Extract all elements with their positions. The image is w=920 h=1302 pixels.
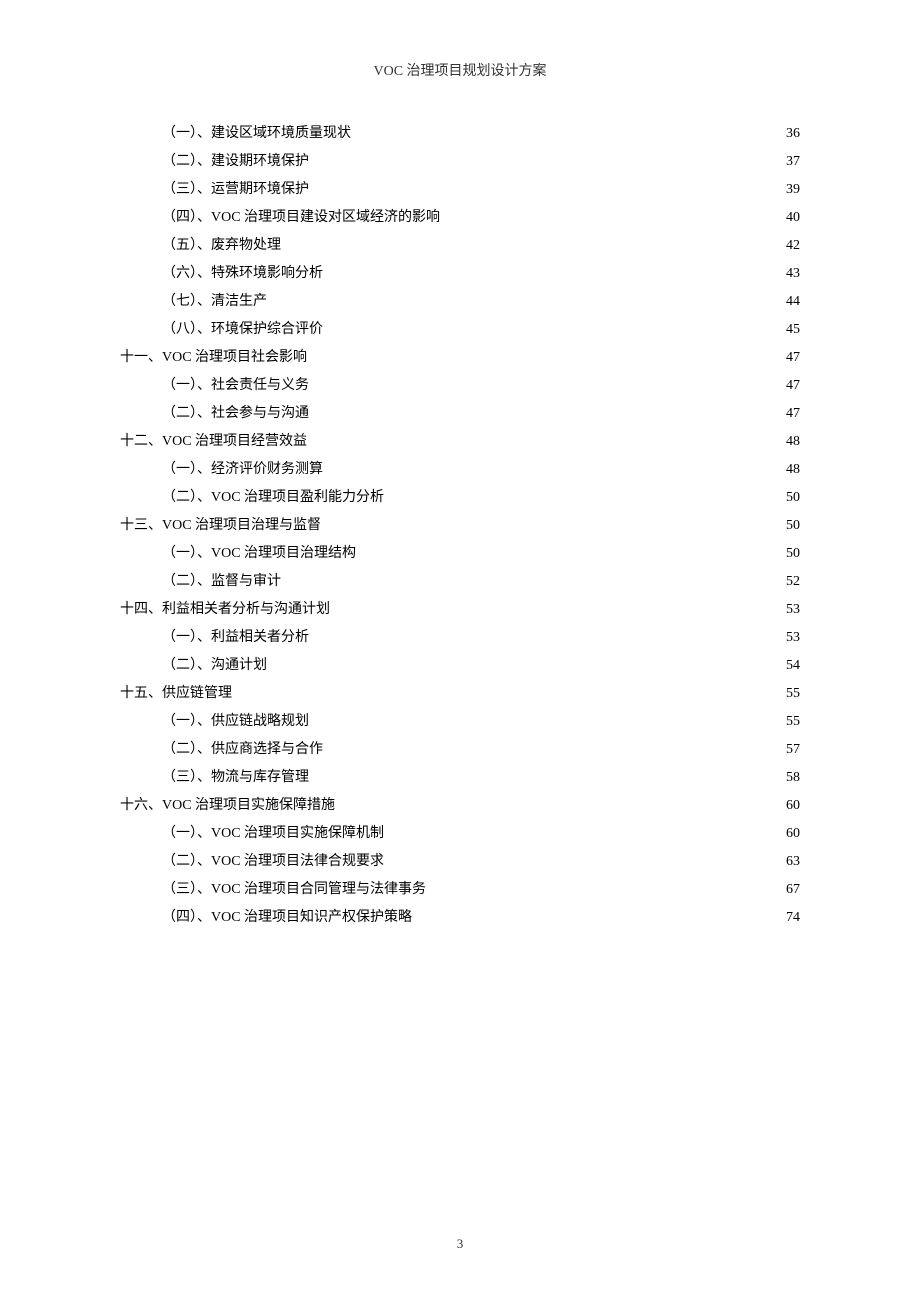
toc-entry[interactable]: （三）、VOC 治理项目合同管理与法律事务 67	[120, 876, 800, 904]
toc-entry-label: （三）、VOC 治理项目合同管理与法律事务	[162, 876, 426, 904]
toc-entry-label: （四）、VOC 治理项目建设对区域经济的影响	[162, 204, 440, 232]
toc-entry-label: （一）、VOC 治理项目治理结构	[162, 540, 356, 568]
toc-entry-page: 39	[786, 176, 800, 204]
toc-entry-page: 44	[786, 288, 800, 316]
toc-entry-label: 十四、利益相关者分析与沟通计划	[120, 596, 330, 624]
toc-entry[interactable]: （一）、社会责任与义务 47	[120, 372, 800, 400]
toc-entry[interactable]: （七）、清洁生产 44	[120, 288, 800, 316]
toc-entry-label: （一）、经济评价财务测算	[162, 456, 323, 484]
toc-entry[interactable]: （三）、运营期环境保护 39	[120, 176, 800, 204]
toc-entry-label: （三）、运营期环境保护	[162, 176, 309, 204]
toc-entry-label: （一）、建设区域环境质量现状	[162, 120, 351, 148]
toc-entry-page: 57	[786, 736, 800, 764]
toc-entry-page: 45	[786, 316, 800, 344]
toc-entry-label: （二）、监督与审计	[162, 568, 281, 596]
toc-entry-page: 54	[786, 652, 800, 680]
toc-entry-label: 十二、VOC 治理项目经营效益	[120, 428, 307, 456]
toc-entry-page: 48	[786, 456, 800, 484]
toc-entry[interactable]: （一）、经济评价财务测算 48	[120, 456, 800, 484]
toc-entry-page: 36	[786, 120, 800, 148]
toc-entry-page: 50	[786, 484, 800, 512]
toc-entry-label: （五）、废弃物处理	[162, 232, 281, 260]
toc-entry-label: （一）、社会责任与义务	[162, 372, 309, 400]
toc-entry-page: 47	[786, 372, 800, 400]
toc-entry[interactable]: （二）、建设期环境保护 37	[120, 148, 800, 176]
toc-entry[interactable]: （六）、特殊环境影响分析 43	[120, 260, 800, 288]
toc-entry-label: （六）、特殊环境影响分析	[162, 260, 323, 288]
toc-entry[interactable]: （一）、建设区域环境质量现状 36	[120, 120, 800, 148]
page-number: 3	[457, 1236, 464, 1252]
toc-entry-page: 52	[786, 568, 800, 596]
toc-entry[interactable]: （二）、社会参与与沟通 47	[120, 400, 800, 428]
toc-entry-label: （一）、供应链战略规划	[162, 708, 309, 736]
page-header-title: VOC 治理项目规划设计方案	[120, 60, 800, 80]
toc-entry[interactable]: （三）、物流与库存管理 58	[120, 764, 800, 792]
toc-entry-label: （一）、利益相关者分析	[162, 624, 309, 652]
toc-entry[interactable]: （五）、废弃物处理 42	[120, 232, 800, 260]
toc-entry[interactable]: （四）、VOC 治理项目建设对区域经济的影响 40	[120, 204, 800, 232]
toc-entry-page: 37	[786, 148, 800, 176]
toc-entry[interactable]: 十四、利益相关者分析与沟通计划 53	[120, 596, 800, 624]
toc-entry-label: （二）、VOC 治理项目盈利能力分析	[162, 484, 384, 512]
toc-entry-label: （二）、沟通计划	[162, 652, 267, 680]
toc-entry-page: 63	[786, 848, 800, 876]
toc-entry[interactable]: 十六、VOC 治理项目实施保障措施 60	[120, 792, 800, 820]
toc-entry[interactable]: 十三、VOC 治理项目治理与监督 50	[120, 512, 800, 540]
toc-entry-label: 十一、VOC 治理项目社会影响	[120, 344, 307, 372]
toc-entry-page: 43	[786, 260, 800, 288]
toc-entry-page: 50	[786, 512, 800, 540]
toc-entry-page: 60	[786, 792, 800, 820]
toc-entry[interactable]: （二）、供应商选择与合作 57	[120, 736, 800, 764]
toc-entry[interactable]: （二）、沟通计划 54	[120, 652, 800, 680]
toc-entry-label: （四）、VOC 治理项目知识产权保护策略	[162, 904, 412, 932]
toc-entry[interactable]: （八）、环境保护综合评价 45	[120, 316, 800, 344]
toc-entry[interactable]: （二）、监督与审计 52	[120, 568, 800, 596]
toc-entry[interactable]: （四）、VOC 治理项目知识产权保护策略 74	[120, 904, 800, 932]
toc-entry[interactable]: （二）、VOC 治理项目法律合规要求 63	[120, 848, 800, 876]
toc-entry-page: 55	[786, 708, 800, 736]
toc-entry[interactable]: （一）、供应链战略规划 55	[120, 708, 800, 736]
toc-entry-label: （七）、清洁生产	[162, 288, 267, 316]
toc-entry[interactable]: （一）、VOC 治理项目实施保障机制 60	[120, 820, 800, 848]
toc-entry-page: 48	[786, 428, 800, 456]
toc-entry-label: （二）、建设期环境保护	[162, 148, 309, 176]
toc-entry-page: 58	[786, 764, 800, 792]
toc-entry-label: 十六、VOC 治理项目实施保障措施	[120, 792, 335, 820]
toc-entry[interactable]: 十二、VOC 治理项目经营效益 48	[120, 428, 800, 456]
toc-entry-page: 60	[786, 820, 800, 848]
table-of-contents: （一）、建设区域环境质量现状36（二）、建设期环境保护37（三）、运营期环境保护…	[120, 120, 800, 932]
toc-entry-page: 42	[786, 232, 800, 260]
toc-entry-page: 40	[786, 204, 800, 232]
toc-entry-label: （一）、VOC 治理项目实施保障机制	[162, 820, 384, 848]
toc-entry-page: 47	[786, 400, 800, 428]
toc-entry-page: 53	[786, 624, 800, 652]
toc-entry-label: （二）、社会参与与沟通	[162, 400, 309, 428]
toc-entry-page: 74	[786, 904, 800, 932]
toc-entry-label: （二）、供应商选择与合作	[162, 736, 323, 764]
toc-entry-page: 67	[786, 876, 800, 904]
toc-entry[interactable]: 十一、VOC 治理项目社会影响 47	[120, 344, 800, 372]
document-page: VOC 治理项目规划设计方案 （一）、建设区域环境质量现状36（二）、建设期环境…	[0, 0, 920, 972]
toc-entry-label: （三）、物流与库存管理	[162, 764, 309, 792]
toc-entry-label: （二）、VOC 治理项目法律合规要求	[162, 848, 384, 876]
toc-entry-page: 50	[786, 540, 800, 568]
toc-entry[interactable]: （一）、利益相关者分析 53	[120, 624, 800, 652]
toc-entry-label: （八）、环境保护综合评价	[162, 316, 323, 344]
toc-entry[interactable]: （二）、VOC 治理项目盈利能力分析 50	[120, 484, 800, 512]
toc-entry-page: 55	[786, 680, 800, 708]
toc-entry-label: 十五、供应链管理	[120, 680, 232, 708]
toc-entry[interactable]: 十五、供应链管理 55	[120, 680, 800, 708]
toc-entry-label: 十三、VOC 治理项目治理与监督	[120, 512, 321, 540]
toc-entry-page: 47	[786, 344, 800, 372]
toc-entry-page: 53	[786, 596, 800, 624]
toc-entry[interactable]: （一）、VOC 治理项目治理结构 50	[120, 540, 800, 568]
